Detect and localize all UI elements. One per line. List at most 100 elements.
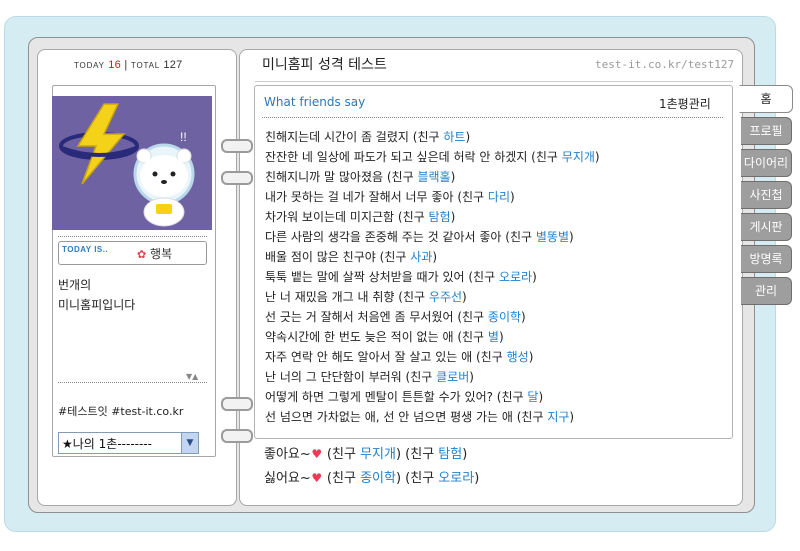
comment-text: 배울 점이 많은 친구야 [265,250,376,264]
friend-label: 친구 [402,290,426,304]
friend-label: 친구 [410,370,433,384]
bear-eye-left [152,171,158,177]
broken-heart-icon: ♥ [311,471,323,485]
profile-divider [58,236,207,237]
manage-button[interactable]: 1촌평관리 [659,95,711,112]
counter-separator: | [124,59,128,71]
today-mood: ✿ 행복 [137,245,172,262]
dropdown-arrow-icon[interactable]: ▼ [181,433,198,453]
friend-label: 친구 [462,330,485,344]
dislike-row: 싫어요~♥ (친구 종이학) (친구 오로라) [264,468,564,489]
friend-label: 친구 [521,410,544,424]
comment-row: 약속시간에 한 번도 늦은 적이 없는 애 (친구 별) [265,330,504,344]
expand-arrows-icon[interactable]: ▼▲ [186,372,198,381]
title-divider [255,81,733,82]
friend-name-link[interactable]: 사과 [410,250,432,264]
like-row: 좋아요~♥ (친구 무지개) (친구 탐험) [264,444,564,465]
comment-row: 잔잔한 네 일상에 파도가 되고 싶은데 허락 안 하겠지 (친구 무지개) [265,150,600,164]
friend-label: 친구 [402,210,425,224]
friends-dropdown[interactable]: ★나의 1촌-------- ▼ [58,432,199,454]
friend-label: 친구 [462,190,485,204]
friend-name-link[interactable]: 클로버 [436,370,469,384]
friend-name-link[interactable]: 블랙홀 [417,170,450,184]
dislike-friend-2[interactable]: 오로라 [438,471,474,486]
comment-text: 약속시간에 한 번도 늦은 적이 없는 애 [265,330,454,344]
friend-label: 친구 [501,390,524,404]
tab-board[interactable]: 게시판 [741,213,792,241]
flower-icon: ✿ [137,248,147,261]
comment-text: 잔잔한 네 일상에 파도가 되고 싶은데 허락 안 하겠지 [265,150,528,164]
comment-text: 친해지는데 시간이 좀 걸렸지 [265,130,409,144]
today-mood-text: 행복 [150,247,173,261]
tab-guestbook[interactable]: 방명록 [741,245,792,273]
profile-illustration: !! [59,103,195,227]
comment-row: 어떻게 하면 그렇게 멘탈이 튼튼할 수가 있어? (친구 달) [265,390,544,404]
dislike-friend-1[interactable]: 종이학 [360,471,396,486]
friend-name-link[interactable]: 탐험 [429,210,451,224]
friend-name-link[interactable]: 별 [488,330,499,344]
comment-row: 선 넘으면 가차없는 애, 선 안 넘으면 평생 가는 애 (친구 지구) [265,410,575,424]
friend-name-link[interactable]: 오로라 [499,270,532,284]
heart-icon: ♥ [311,447,323,461]
site-url[interactable]: test-it.co.kr/test127 [595,58,734,71]
total-label: TOTAL [130,61,160,70]
comment-row: 친해지니까 말 많아졌음 (친구 블랙홀) [265,170,456,184]
like-friend-1[interactable]: 무지개 [360,447,396,462]
friend-name-link[interactable]: 달 [527,390,538,404]
friend-name-link[interactable]: 행성 [507,350,529,364]
today-is-label: TODAY IS.. [62,245,109,254]
intro-divider [58,382,207,383]
exclaim-mark: !! [180,130,187,144]
comment-row: 배울 점이 많은 친구야 (친구 사과) [265,250,438,264]
friends-dropdown-value: ★나의 1촌-------- [62,437,152,451]
friend-name-link[interactable]: 다리 [488,190,510,204]
comment-text: 난 너 재밌음 개그 내 취향 [265,290,395,304]
binder-ring [221,397,253,411]
friend-label: 친구 [473,270,496,284]
visit-counter: TODAY 16 | TOTAL 127 [74,59,183,71]
tab-admin[interactable]: 관리 [741,277,792,305]
page-title: 미니홈피 성격 테스트 [262,57,387,73]
profile-photo: !! [52,96,212,230]
tab-diary[interactable]: 다이어리 [741,149,792,177]
bear-eye-right [170,171,176,177]
comment-text: 내가 못하는 걸 네가 잘해서 너무 좋아 [265,190,454,204]
tab-profile[interactable]: 프로필 [741,117,792,145]
comment-row: 차가워 보이는데 미지근함 (친구 탐험) [265,210,456,224]
friend-name-link[interactable]: 별똥별 [536,230,569,244]
friend-label: 친구 [417,130,440,144]
comment-row: 친해지는데 시간이 좀 걸렸지 (친구 하트) [265,130,471,144]
comment-text: 차가워 보이는데 미지근함 [265,210,395,224]
comment-row: 툭툭 뱉는 말에 살짝 상처받을 때가 있어 (친구 오로라) [265,270,537,284]
comment-text: 난 너의 그 단단함이 부러워 [265,370,402,384]
bear-nose [161,180,167,184]
total-count: 127 [163,59,183,71]
binder-ring [221,171,253,185]
friend-name-link[interactable]: 하트 [443,130,465,144]
today-mood-box: TODAY IS.. ✿ 행복 [58,241,207,265]
friend-label: 친구 [384,250,407,264]
comment-row: 선 긋는 거 잘해서 처음엔 좀 무서웠어 (친구 종이학) [265,310,526,324]
binder-ring [221,429,253,443]
friend-name-link[interactable]: 종이학 [488,310,521,324]
comment-text: 선 넘으면 가차없는 애, 선 안 넘으면 평생 가는 애 [265,410,513,424]
intro-line-2: 미니홈피입니다 [58,298,136,312]
comment-text: 친해지니까 말 많아졌음 [265,170,384,184]
tab-home[interactable]: 홈 [739,85,793,113]
board-title: What friends say [264,95,366,109]
intro-line-1: 번개의 [58,278,92,292]
like-friend-2[interactable]: 탐험 [438,447,462,462]
lightning-bolt-icon [76,103,126,185]
friend-name-link[interactable]: 우주선 [429,290,462,304]
friend-label: 친구 [480,350,503,364]
profile-intro: 번개의 미니홈피입니다 [58,275,135,315]
dislike-label: 싫어요~ [264,471,311,486]
friend-name-link[interactable]: 무지개 [562,150,595,164]
comment-text: 선 긋는 거 잘해서 처음엔 좀 무서웠어 [265,310,454,324]
today-count: 16 [108,59,122,71]
friend-name-link[interactable]: 지구 [547,410,569,424]
profile-tags: #테스트잇 #test-it.co.kr [58,405,184,418]
tab-photos[interactable]: 사진첩 [741,181,792,209]
comment-text: 어떻게 하면 그렇게 멘탈이 튼튼할 수가 있어? [265,390,493,404]
comment-row: 다른 사람의 생각을 존중해 주는 것 같아서 좋아 (친구 별똥별) [265,230,574,244]
